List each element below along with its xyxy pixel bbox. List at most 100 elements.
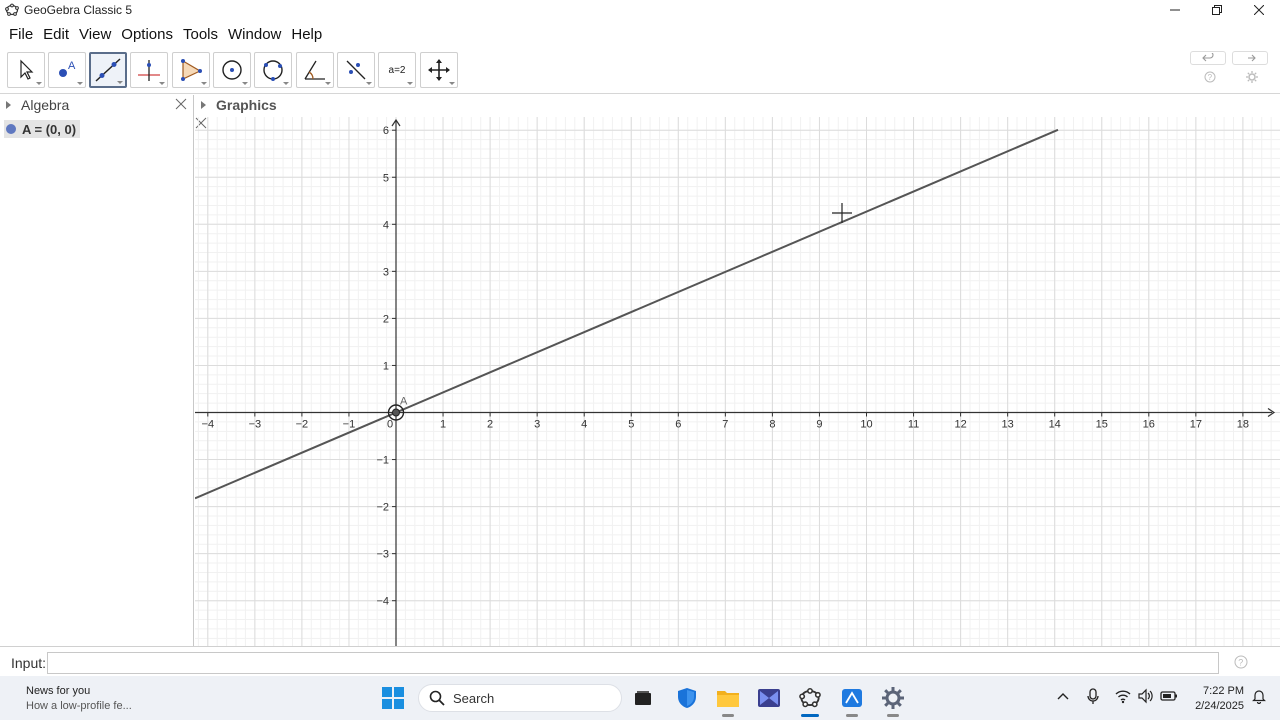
reflect-tool-button[interactable] — [337, 52, 375, 88]
line-tool-button[interactable] — [89, 52, 127, 88]
menu-file[interactable]: File — [4, 26, 38, 43]
x-tick-label: 0 — [387, 419, 393, 431]
x-tick-label: 13 — [1002, 419, 1014, 431]
x-tick-label: 9 — [816, 419, 822, 431]
svg-text:?: ? — [1208, 73, 1213, 82]
perpendicular-tool-button[interactable] — [130, 52, 168, 88]
notification-bell-icon[interactable] — [1251, 688, 1267, 704]
point-tool-button[interactable]: A — [48, 52, 86, 88]
menu-tools[interactable]: Tools — [178, 26, 223, 43]
slider-tool-button[interactable]: a=2 — [378, 52, 416, 88]
input-help-icon[interactable]: ? — [1234, 655, 1248, 669]
menu-options[interactable]: Options — [116, 26, 178, 43]
preview-line[interactable] — [195, 128, 1059, 500]
algebra-object-row[interactable]: A = (0, 0) — [4, 120, 81, 138]
restore-button[interactable] — [1196, 0, 1238, 20]
task-view-button[interactable] — [631, 686, 655, 710]
circle-center-point-tool-icon — [222, 60, 242, 80]
clock-time: 7:22 PM — [1203, 685, 1244, 697]
menu-help[interactable]: Help — [286, 26, 327, 43]
input-bar: Input: ? — [0, 646, 1280, 676]
task-view-icon — [635, 691, 651, 705]
x-tick-label: 15 — [1096, 419, 1108, 431]
menu-window[interactable]: Window — [223, 26, 286, 43]
redo-icon — [1248, 54, 1256, 62]
close-icon — [1254, 5, 1264, 15]
polygon-tool-icon — [181, 59, 202, 81]
graphics-canvas[interactable]: −4 −3 −2 −1 0 1 2 3 4 5 6 7 8 9 10 11 12 13 14 15 16 17 181234… — [195, 117, 1280, 646]
clock-date: 2/24/2025 — [1195, 700, 1244, 712]
undo-icon — [1202, 53, 1214, 62]
minimize-button[interactable] — [1154, 0, 1196, 20]
chevron-up-icon[interactable] — [1057, 688, 1069, 704]
visibility-toggle-icon[interactable] — [6, 124, 16, 134]
move-graphics-tool-button[interactable] — [420, 52, 458, 88]
search-label: Search — [453, 690, 495, 706]
x-tick-label: 11 — [908, 419, 919, 431]
running-indicator — [887, 714, 899, 717]
algebra-object-text[interactable]: A = (0, 0) — [22, 122, 76, 137]
file-explorer-button[interactable] — [716, 686, 740, 710]
algebra-header[interactable]: Algebra — [0, 95, 193, 115]
x-tick-label: 2 — [487, 419, 493, 431]
circle-center-tool-button[interactable] — [213, 52, 251, 88]
speaker-icon[interactable] — [1138, 688, 1154, 704]
x-tick-label: 4 — [581, 419, 587, 431]
expand-arrow-icon[interactable] — [201, 101, 206, 109]
search-icon — [429, 690, 445, 706]
settings-gear-icon[interactable] — [1246, 71, 1258, 83]
y-tick-label: 4 — [383, 219, 389, 231]
expand-arrow-icon[interactable] — [6, 101, 11, 109]
start-button[interactable] — [381, 686, 405, 710]
microphone-icon[interactable] — [1087, 688, 1099, 706]
svg-text:?: ? — [1238, 658, 1243, 668]
running-indicator — [722, 714, 734, 717]
news-widget[interactable]: News for you How a low-profile fe... — [26, 684, 132, 714]
angle-tool-button[interactable] — [296, 52, 334, 88]
menu-edit[interactable]: Edit — [38, 26, 74, 43]
x-tick-label: 6 — [675, 419, 681, 431]
help-icon[interactable]: ? — [1204, 71, 1216, 83]
polygon-tool-button[interactable] — [172, 52, 210, 88]
menu-view[interactable]: View — [74, 26, 116, 43]
point-tool-icon: A — [59, 60, 76, 77]
x-tick-label: 8 — [769, 419, 775, 431]
battery-icon[interactable] — [1160, 688, 1178, 704]
graphics-header[interactable]: Graphics — [195, 95, 1280, 129]
x-tick-label: 18 — [1237, 419, 1249, 431]
x-tick-label: 16 — [1143, 419, 1155, 431]
geogebra-app: GeoGebra Classic 5 File Edit View Option… — [0, 0, 1280, 720]
reflect-tool-icon — [346, 60, 366, 80]
graphics-panel: Graphics −4 −3 −2 −1 0 1 2 3 4 5 6 7 8 9 10 11 12 13 14 15 1… — [195, 95, 1280, 646]
settings-button[interactable] — [881, 686, 905, 710]
x-tick-label: 10 — [860, 419, 872, 431]
undo-button[interactable] — [1190, 51, 1226, 65]
toolbar-small-icons: ? — [1204, 71, 1258, 83]
point-A-label: A — [400, 396, 408, 408]
move-tool-button[interactable] — [7, 52, 45, 88]
y-tick-label: 2 — [383, 313, 389, 325]
input-field[interactable] — [47, 652, 1219, 674]
x-tick-label: −2 — [296, 419, 309, 431]
wifi-icon[interactable] — [1115, 688, 1131, 704]
news-title: News for you — [26, 685, 91, 697]
minimize-icon — [1170, 9, 1180, 11]
taskbar-search[interactable]: Search — [418, 684, 622, 712]
system-clock[interactable]: 7:22 PM 2/24/2025 — [1195, 684, 1244, 714]
line-tool-icon — [95, 58, 121, 82]
app-button[interactable] — [757, 686, 781, 710]
geogebra-taskbar-button[interactable] — [798, 686, 822, 710]
security-app-button[interactable] — [675, 686, 699, 710]
window-title: GeoGebra Classic 5 — [24, 3, 133, 17]
circle-three-points-tool-button[interactable] — [254, 52, 292, 88]
x-tick-label: 17 — [1190, 419, 1202, 431]
point-A[interactable] — [392, 408, 400, 417]
geogebra-logo-icon — [5, 3, 19, 16]
x-tick-label: 14 — [1049, 419, 1061, 431]
close-button[interactable] — [1238, 0, 1280, 20]
y-tick-label: 5 — [383, 172, 389, 184]
close-panel-icon[interactable] — [175, 98, 187, 110]
x-tick-label: −1 — [343, 419, 356, 431]
redo-button[interactable] — [1232, 51, 1268, 65]
app-button[interactable] — [840, 686, 864, 710]
